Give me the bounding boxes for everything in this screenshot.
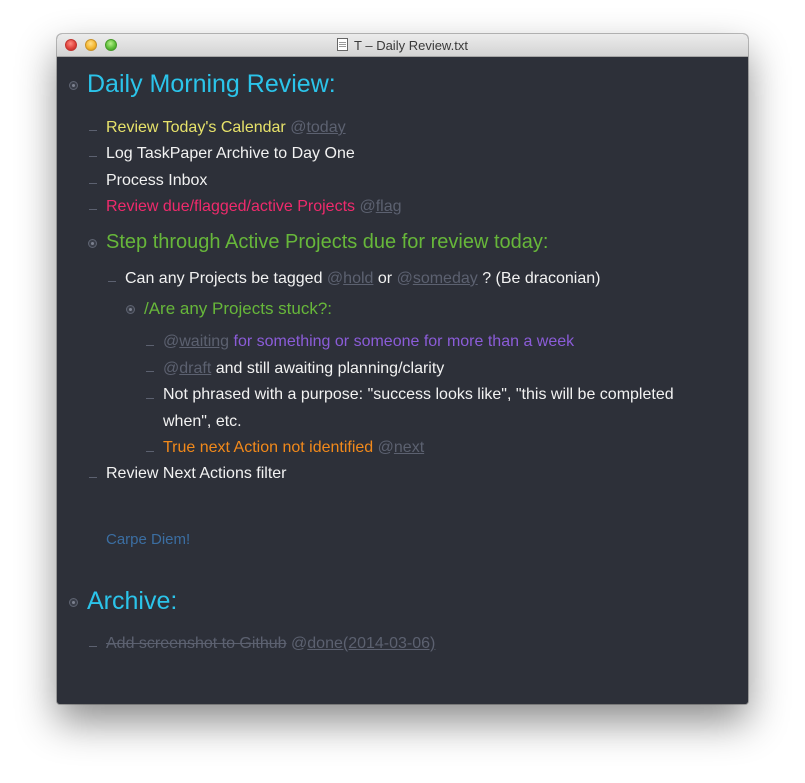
task-purpose-line-2[interactable]: when", etc. [163,413,242,431]
document-editor[interactable]: Daily Morning Review: Review Today's Cal… [57,57,748,704]
task-review-due-text: Review due/flagged/active Projects [106,198,356,215]
task-review-due[interactable]: Review due/flagged/active Projects @flag [106,198,402,216]
tag-prefix: @ [359,198,376,215]
task-dash-icon [89,130,97,131]
note-carpe-diem[interactable]: Carpe Diem! [106,531,190,548]
project-daily-review[interactable]: Daily Morning Review: [87,70,336,99]
project-bullet-icon[interactable] [69,598,78,607]
tag-next-label: next [393,439,425,456]
task-calendar-text: Review Today's Calendar [106,119,286,136]
project-step-through[interactable]: Step through Active Projects due for rev… [106,231,548,254]
task-dash-icon [146,398,154,399]
project-bullet-icon[interactable] [69,81,78,90]
task-dash-icon [146,371,154,372]
tag-waiting-label: waiting [179,333,230,350]
tag-prefix: @ [163,360,180,377]
task-can-any-projects[interactable]: Can any Projects be tagged @hold or @som… [125,270,600,288]
task-process-inbox[interactable]: Process Inbox [106,172,207,190]
tag-someday[interactable]: @someday [397,270,478,287]
tag-prefix: @ [291,635,308,652]
window-title: T – Daily Review.txt [57,38,748,53]
task-log-archive[interactable]: Log TaskPaper Archive to Day One [106,145,355,163]
task-can-any-or: or [377,270,393,287]
tag-flag[interactable]: @flag [359,198,401,215]
tag-draft[interactable]: @draft [163,360,211,377]
tag-hold-label: hold [343,270,374,287]
task-draft-text: and still awaiting planning/clarity [215,360,445,377]
task-calendar[interactable]: Review Today's Calendar @today [106,119,346,137]
project-archive[interactable]: Archive: [87,587,177,616]
tag-flag-label: flag [375,198,402,215]
tag-done[interactable]: @done(2014-03-06) [291,635,435,652]
project-bullet-icon[interactable] [126,305,135,314]
task-dash-icon [89,156,97,157]
window-title-text: T – Daily Review.txt [354,38,468,53]
document-icon [337,38,349,51]
tag-prefix: @ [290,119,307,136]
tag-done-label: done(2014-03-06) [307,635,436,652]
tag-waiting[interactable]: @waiting [163,333,229,350]
tag-today-label: today [306,119,346,136]
task-dash-icon [146,451,154,452]
task-dash-icon [146,345,154,346]
tag-prefix: @ [163,333,180,350]
tag-prefix: @ [326,270,344,287]
task-dash-icon [89,646,97,647]
task-dash-icon [89,183,97,184]
task-purpose-line-1[interactable]: Not phrased with a purpose: "success loo… [163,386,674,404]
task-dash-icon [89,477,97,478]
tag-prefix: @ [396,270,413,287]
task-can-any-suffix: ? (Be draconian) [482,270,601,287]
task-add-screenshot[interactable]: Add screenshot to Github @done(2014-03-0… [106,635,435,653]
task-draft[interactable]: @draft and still awaiting planning/clari… [163,360,444,378]
app-window: T – Daily Review.txt Daily Morning Revie… [57,34,748,704]
task-waiting-text: for something or someone for more than a… [233,333,575,350]
task-add-screenshot-text: Add screenshot to Github [106,635,287,652]
project-bullet-icon[interactable] [88,239,97,248]
tag-next[interactable]: @next [378,439,425,456]
tag-hold[interactable]: @hold [327,270,374,287]
task-next-action-text: True next Action not identified [163,439,374,456]
title-bar[interactable]: T – Daily Review.txt [57,34,748,57]
project-stuck[interactable]: /Are any Projects stuck?: [144,299,332,319]
task-dash-icon [89,209,97,210]
task-review-next-actions[interactable]: Review Next Actions filter [106,465,287,483]
tag-prefix: @ [377,439,394,456]
tag-draft-label: draft [179,360,212,377]
task-waiting[interactable]: @waiting for something or someone for mo… [163,333,574,351]
task-dash-icon [108,281,116,282]
tag-someday-label: someday [412,270,478,287]
task-can-any-text: Can any Projects be tagged [125,270,323,287]
task-next-action[interactable]: True next Action not identified @next [163,439,424,457]
tag-today[interactable]: @today [290,119,345,136]
